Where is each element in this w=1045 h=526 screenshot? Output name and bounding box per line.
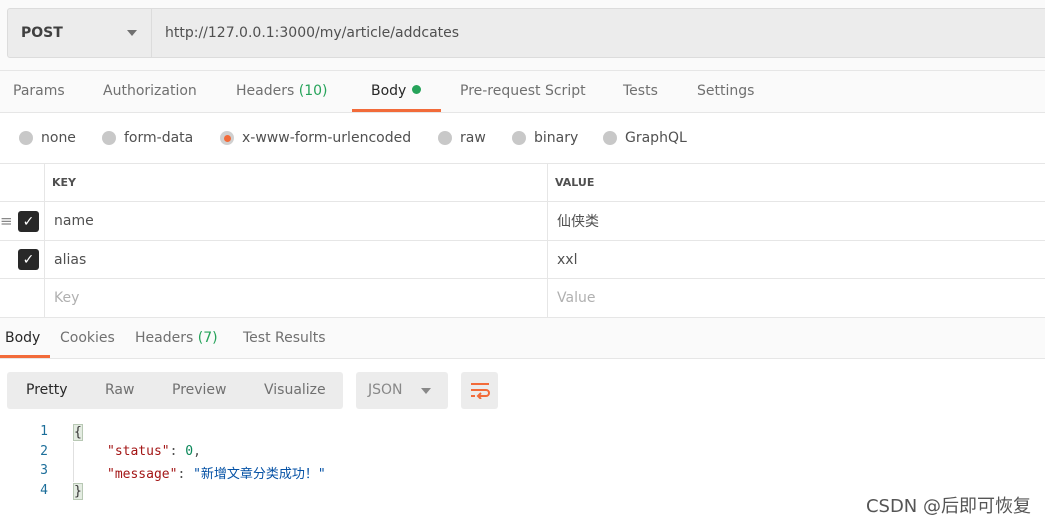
radio-binary[interactable]: binary	[512, 130, 578, 146]
response-tab-headers[interactable]: Headers (7)	[135, 330, 218, 346]
key-column-header: KEY	[52, 176, 77, 189]
tab-authorization[interactable]: Authorization	[103, 83, 197, 99]
request-tabs: Params Authorization Headers (10) Body P…	[0, 70, 1045, 113]
radio-icon	[512, 131, 526, 145]
radio-label: x-www-form-urlencoded	[242, 130, 412, 146]
radio-none[interactable]: none	[19, 130, 76, 146]
response-tab-body[interactable]: Body	[5, 330, 40, 346]
key-cell[interactable]: name	[54, 202, 94, 240]
url-bar: POST http://127.0.0.1:3000/my/article/ad…	[7, 8, 1045, 58]
tab-label: Headers	[135, 330, 194, 346]
view-raw[interactable]: Raw	[105, 382, 134, 398]
chevron-down-icon	[127, 30, 137, 36]
table-row: ≡ ✓ name 仙侠类	[0, 201, 1045, 240]
table-row-new: Key Value	[0, 278, 1045, 317]
value-input[interactable]: Value	[557, 279, 595, 317]
tab-label: Body	[371, 83, 407, 99]
radio-graphql[interactable]: GraphQL	[603, 130, 687, 146]
code-line: "message": "新增文章分类成功！"	[107, 467, 326, 482]
table-row: ✓ alias xxl	[0, 240, 1045, 278]
response-tab-test-results[interactable]: Test Results	[243, 330, 326, 346]
line-number: 1	[40, 424, 48, 439]
value-cell[interactable]: 仙侠类	[557, 202, 599, 240]
radio-x-www-form-urlencoded[interactable]: x-www-form-urlencoded	[220, 130, 411, 146]
table-header: KEY VALUE	[0, 163, 1045, 201]
radio-label: form-data	[124, 130, 194, 146]
format-label: JSON	[368, 382, 403, 398]
view-mode-group: Pretty Raw Preview Visualize	[7, 372, 343, 409]
url-input[interactable]: http://127.0.0.1:3000/my/article/addcate…	[152, 25, 459, 41]
drag-handle-icon[interactable]: ≡	[0, 202, 13, 240]
view-visualize[interactable]: Visualize	[264, 382, 326, 398]
method-label: POST	[21, 25, 63, 41]
response-tabs: Body Cookies Headers (7) Test Results	[0, 317, 1045, 359]
radio-label: binary	[534, 130, 579, 146]
tab-params[interactable]: Params	[13, 83, 65, 99]
json-key: "message"	[107, 467, 178, 482]
row-checkbox[interactable]: ✓	[18, 249, 39, 270]
radio-label: raw	[460, 130, 486, 146]
radio-icon	[438, 131, 452, 145]
radio-icon	[102, 131, 116, 145]
line-number: 3	[40, 463, 48, 478]
key-cell[interactable]: alias	[54, 241, 86, 278]
wrap-lines-button[interactable]	[461, 372, 498, 409]
view-pretty[interactable]: Pretty	[26, 382, 68, 398]
json-value: "新增文章分类成功！"	[193, 467, 326, 482]
tab-settings[interactable]: Settings	[697, 83, 754, 99]
value-column-header: VALUE	[555, 176, 595, 189]
watermark: CSDN @后即可恢复	[865, 496, 1031, 517]
open-brace: {	[73, 424, 83, 441]
tab-label: Headers	[236, 83, 295, 99]
chevron-down-icon	[421, 388, 431, 394]
line-number: 2	[40, 444, 48, 459]
radio-form-data[interactable]: form-data	[102, 130, 193, 146]
headers-count: (7)	[197, 330, 218, 346]
wrap-icon	[471, 383, 490, 399]
status-dot-icon	[412, 85, 422, 94]
tab-pre-request-script[interactable]: Pre-request Script	[460, 83, 586, 99]
response-tab-cookies[interactable]: Cookies	[60, 330, 115, 346]
code-line: "status": 0,	[107, 444, 201, 459]
line-number: 4	[40, 483, 48, 498]
method-select[interactable]: POST	[8, 9, 152, 57]
radio-icon	[603, 131, 617, 145]
indent-guide	[73, 442, 74, 482]
value-cell[interactable]: xxl	[557, 241, 577, 278]
tab-tests[interactable]: Tests	[623, 83, 658, 99]
format-select[interactable]: JSON	[356, 372, 448, 409]
headers-count: (10)	[298, 83, 328, 99]
radio-selected-icon	[220, 131, 234, 145]
json-key: "status"	[107, 444, 170, 459]
key-input[interactable]: Key	[54, 279, 79, 317]
active-tab-indicator	[352, 109, 441, 112]
radio-icon	[19, 131, 33, 145]
radio-label: GraphQL	[625, 130, 687, 146]
radio-label: none	[41, 130, 76, 146]
tab-headers[interactable]: Headers (10)	[236, 83, 327, 99]
json-value: 0	[185, 444, 194, 459]
active-tab-indicator	[0, 355, 50, 358]
radio-raw[interactable]: raw	[438, 130, 486, 146]
tab-body[interactable]: Body	[371, 83, 422, 99]
row-checkbox[interactable]: ✓	[18, 211, 39, 232]
close-brace: }	[73, 483, 83, 500]
view-preview[interactable]: Preview	[172, 382, 227, 398]
